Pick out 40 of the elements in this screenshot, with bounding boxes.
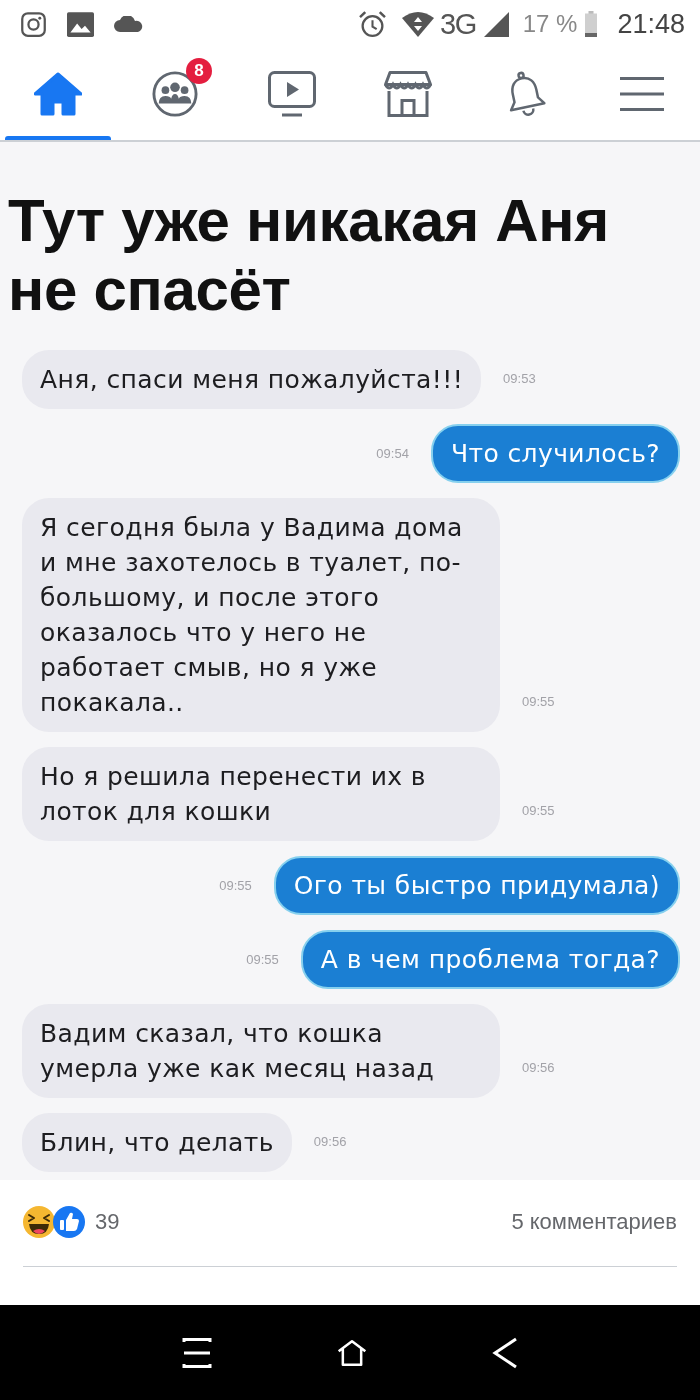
battery-percent: 17 % bbox=[522, 12, 578, 36]
message-time: 09:56 bbox=[522, 1061, 555, 1074]
home-icon bbox=[34, 72, 83, 116]
message-bubble: Ого ты быстро придумала) bbox=[273, 856, 680, 915]
message-bubble: Блин, что делать bbox=[22, 1113, 292, 1172]
notification-badge: 8 bbox=[186, 58, 212, 84]
cloud-icon bbox=[114, 16, 144, 32]
message-bubble: Но я решила перенести их в лоток для кошки bbox=[22, 747, 500, 841]
home-outline-icon bbox=[337, 1337, 367, 1368]
wifi-icon bbox=[402, 11, 435, 37]
tv-play-icon bbox=[267, 71, 316, 117]
message-time: 09:55 bbox=[246, 953, 279, 966]
clock-time: 21:48 bbox=[617, 10, 685, 38]
message-time: 09:53 bbox=[503, 372, 536, 385]
laughing-face-icon bbox=[23, 1206, 55, 1238]
message-time: 09:55 bbox=[219, 879, 252, 892]
camera-app-icon bbox=[20, 10, 47, 38]
meme-caption: Тут уже никакая Аня не спасёт bbox=[8, 186, 610, 324]
thumbs-up-icon bbox=[53, 1206, 85, 1238]
menu-icon bbox=[619, 77, 664, 111]
message-bubble: Я сегодня была у Вадима дома и мне захотелось в туалет, по-большому, и после этого оказалось что у него не работает смыв, но я уже покакала.. bbox=[22, 498, 500, 732]
recent-apps-icon bbox=[182, 1337, 213, 1368]
picture-icon bbox=[67, 10, 94, 38]
network-type: 3G bbox=[440, 9, 476, 39]
reaction-count[interactable]: 39 bbox=[95, 1209, 120, 1235]
message-time: 09:55 bbox=[522, 804, 555, 817]
comments-count[interactable]: 5 комментариев bbox=[511, 1209, 677, 1235]
message-time: 09:56 bbox=[313, 1135, 347, 1148]
signal-icon bbox=[483, 11, 509, 37]
nav-tab[interactable]: 8 bbox=[116, 48, 234, 140]
message-bubble: Вадим сказал, что кошка умерла уже как месяц назад bbox=[22, 1004, 500, 1098]
alarm-clock-icon bbox=[359, 10, 387, 38]
battery-icon bbox=[585, 11, 598, 37]
message-bubble: Аня, спаси меня пожалуйста!!! bbox=[22, 350, 482, 409]
storefront-icon bbox=[384, 71, 433, 117]
message-bubble: А в чем проблема тогда? bbox=[300, 930, 680, 989]
back-icon bbox=[491, 1336, 518, 1369]
message-time: 09:55 bbox=[522, 695, 555, 708]
message-time: 09:54 bbox=[376, 447, 409, 460]
message-bubble: Что случилось? bbox=[430, 424, 680, 483]
